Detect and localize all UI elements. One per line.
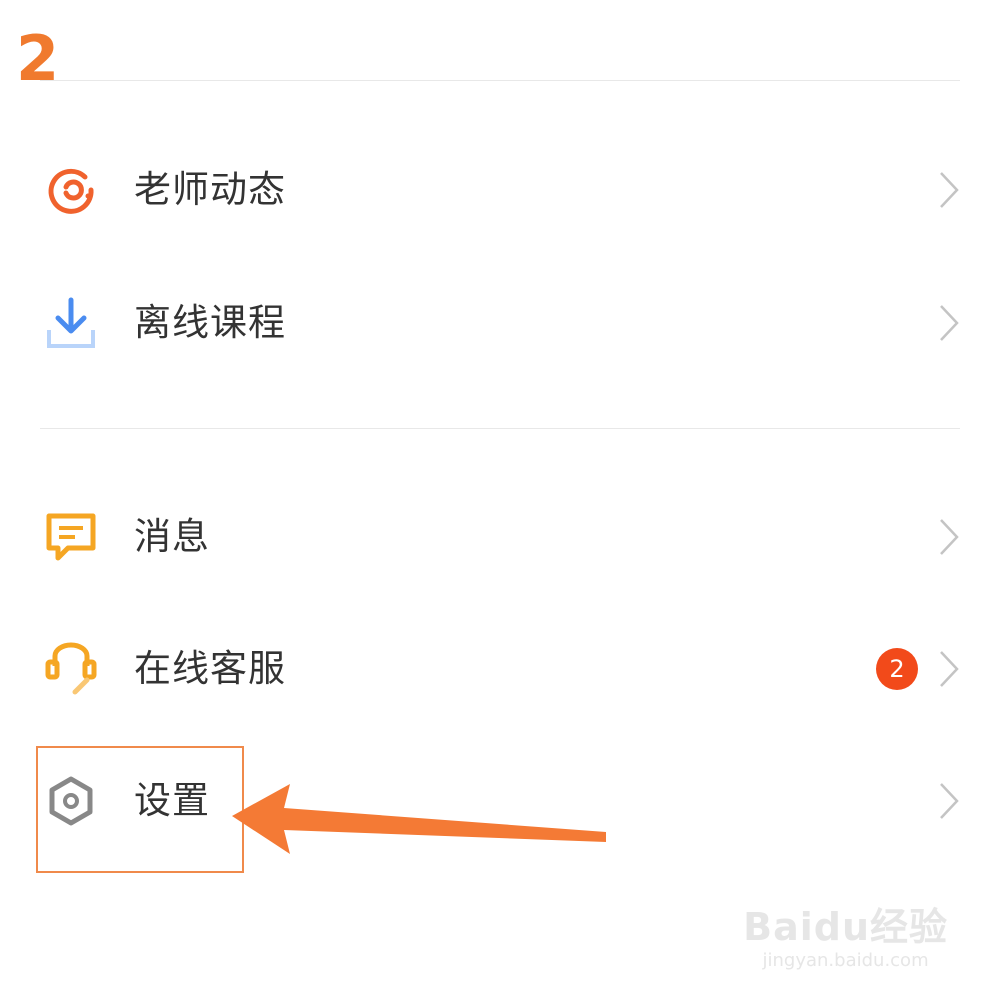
teacher-moments-icon bbox=[44, 163, 98, 217]
step-number: 2 bbox=[16, 22, 60, 95]
chevron-right-icon bbox=[938, 170, 960, 210]
highlight-box bbox=[36, 746, 244, 873]
chevron-right-icon bbox=[938, 649, 960, 689]
menu-item-label: 老师动态 bbox=[134, 168, 286, 211]
top-divider bbox=[40, 80, 960, 81]
menu-item-online-support[interactable]: 在线客服 2 bbox=[0, 614, 1000, 724]
section-divider bbox=[40, 428, 960, 429]
menu-item-teacher-moments[interactable]: 老师动态 bbox=[0, 135, 1000, 245]
menu-item-label: 在线客服 bbox=[134, 647, 286, 690]
watermark-brand: Baidu经验 bbox=[743, 905, 948, 949]
headset-icon bbox=[44, 642, 98, 696]
menu-item-label: 消息 bbox=[134, 515, 210, 558]
watermark-url: jingyan.baidu.com bbox=[762, 950, 929, 971]
menu-item-offline-courses[interactable]: 离线课程 bbox=[0, 268, 1000, 378]
menu-item-messages[interactable]: 消息 bbox=[0, 482, 1000, 592]
message-icon bbox=[44, 510, 98, 564]
download-icon bbox=[44, 296, 98, 350]
watermark: Baidu经验 jingyan.baidu.com bbox=[743, 905, 948, 973]
notification-badge: 2 bbox=[876, 648, 918, 690]
pointer-arrow bbox=[232, 784, 606, 854]
chevron-right-icon bbox=[938, 517, 960, 557]
chevron-right-icon bbox=[938, 781, 960, 821]
menu-item-label: 离线课程 bbox=[134, 301, 286, 344]
chevron-right-icon bbox=[938, 303, 960, 343]
